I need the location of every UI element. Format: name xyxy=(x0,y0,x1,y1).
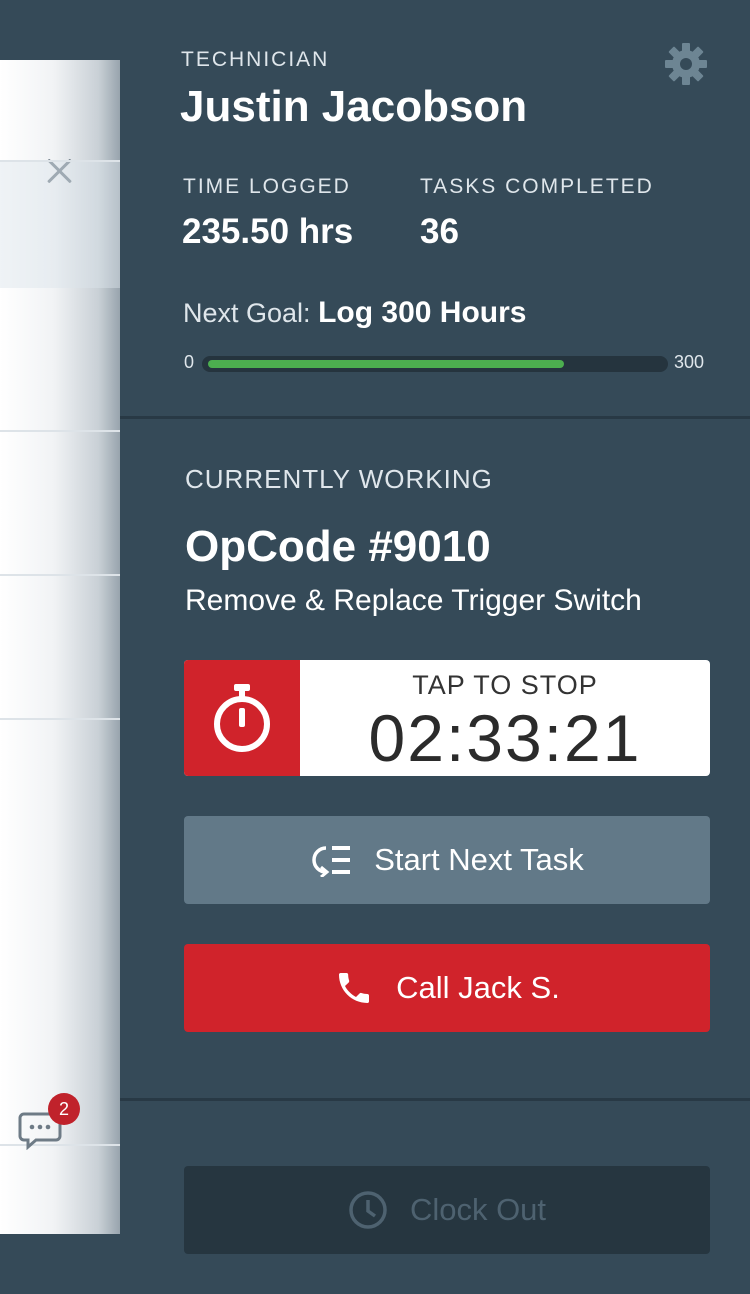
clock-out-button[interactable]: Clock Out xyxy=(184,1166,710,1254)
clock-icon xyxy=(348,1190,388,1230)
technician-name: Justin Jacobson xyxy=(180,82,528,131)
section-divider xyxy=(120,416,750,419)
side-panel xyxy=(0,60,120,1234)
next-goal-prefix: Next Goal: xyxy=(183,298,311,328)
next-goal: Next Goal: Log 300 Hours xyxy=(183,296,526,330)
section-divider xyxy=(120,1098,750,1101)
phone-icon xyxy=(334,968,374,1008)
currently-working-label: CURRENTLY WORKING xyxy=(185,464,493,494)
opcode-title: OpCode #9010 xyxy=(185,522,491,571)
clock-out-label: Clock Out xyxy=(409,1192,547,1227)
goal-progress-fill xyxy=(208,360,564,368)
gear-icon[interactable] xyxy=(664,42,708,86)
panel-divider xyxy=(0,574,120,576)
panel-divider xyxy=(0,160,120,162)
chat-badge: 2 xyxy=(48,1093,80,1125)
panel-row-highlight xyxy=(0,162,120,288)
stop-timer-button[interactable]: TAP TO STOP 02:33:21 xyxy=(184,660,710,776)
task-list-icon xyxy=(310,843,352,877)
progress-min-label: 0 xyxy=(184,352,195,372)
panel-divider xyxy=(0,718,120,720)
opcode-description: Remove & Replace Trigger Switch xyxy=(185,584,642,617)
call-contact-label: Call Jack S. xyxy=(396,970,560,1005)
timer-elapsed: 02:33:21 xyxy=(368,701,642,775)
time-logged-value: 235.50 hrs xyxy=(182,212,354,251)
timer-icon-box xyxy=(184,660,300,776)
stopwatch-icon xyxy=(214,684,270,752)
goal-progress-bar xyxy=(202,356,668,372)
time-logged-label: TIME LOGGED xyxy=(183,175,351,198)
tasks-completed-value: 36 xyxy=(420,212,459,251)
tasks-completed-label: TASKS COMPLETED xyxy=(420,175,654,198)
call-contact-button[interactable]: Call Jack S. xyxy=(184,944,710,1032)
next-goal-value: Log 300 Hours xyxy=(318,296,527,329)
progress-max-label: 300 xyxy=(674,352,705,372)
panel-divider xyxy=(0,430,120,432)
start-next-task-button[interactable]: Start Next Task xyxy=(184,816,710,904)
timer-action-label: TAP TO STOP xyxy=(412,670,598,700)
role-label: TECHNICIAN xyxy=(181,48,330,71)
start-next-task-label: Start Next Task xyxy=(374,842,584,877)
